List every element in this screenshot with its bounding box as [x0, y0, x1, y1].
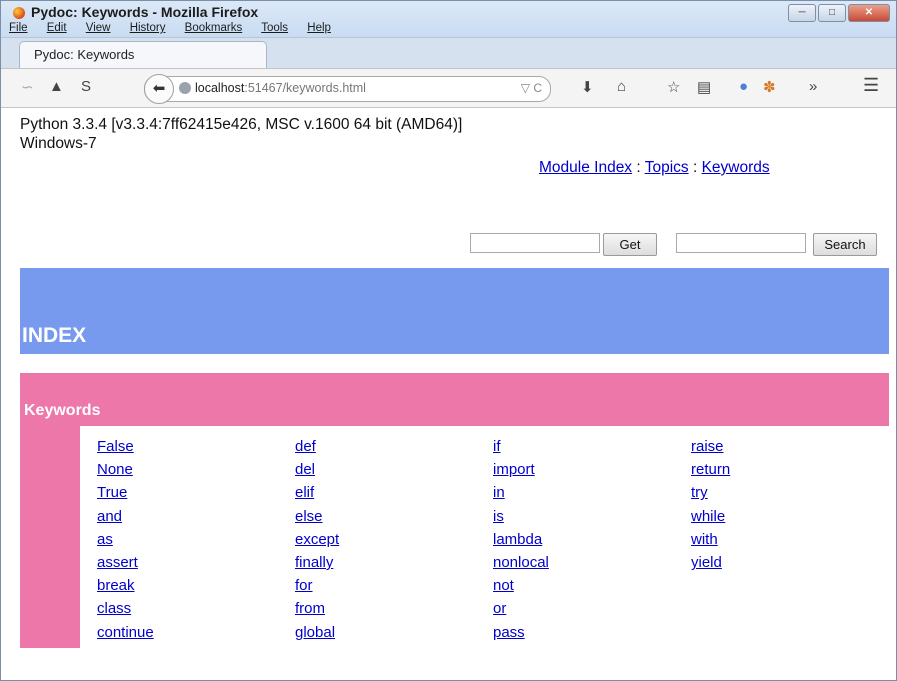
get-input[interactable] — [470, 233, 600, 253]
close-button[interactable]: ✕ — [848, 4, 890, 22]
keyword-column-2: def del elif else except finally for fro… — [295, 435, 339, 644]
keyword-link[interactable]: in — [493, 484, 505, 501]
keyword-link[interactable]: and — [97, 508, 122, 525]
firefox-icon — [13, 7, 25, 19]
ghostery-icon[interactable]: ● — [739, 78, 748, 95]
menu-history[interactable]: History — [130, 22, 174, 34]
search-input[interactable] — [676, 233, 806, 253]
home-icon[interactable]: ⌂ — [617, 78, 626, 95]
menu-tools[interactable]: Tools — [261, 22, 296, 34]
overflow-icon[interactable]: » — [809, 78, 817, 95]
keyword-link[interactable]: nonlocal — [493, 554, 549, 571]
keyword-link[interactable]: lambda — [493, 531, 542, 548]
keyword-link[interactable]: as — [97, 531, 113, 548]
keyword-link[interactable]: yield — [691, 554, 722, 571]
keyword-link[interactable]: def — [295, 438, 316, 455]
keyword-link[interactable]: with — [691, 531, 718, 548]
keyword-link[interactable]: del — [295, 461, 315, 478]
module-index-link[interactable]: Module Index — [539, 159, 632, 176]
browser-window: Pydoc: Keywords - Mozilla Firefox File E… — [0, 0, 897, 681]
keyword-column-3: if import in is lambda nonlocal not or p… — [493, 435, 549, 644]
menu-bar: File Edit View History Bookmarks Tools H… — [9, 22, 347, 34]
keywords-section-header: Keywords — [20, 373, 889, 426]
menu-edit[interactable]: Edit — [47, 22, 75, 34]
extension-icon[interactable]: ✽ — [763, 78, 776, 96]
url-bar[interactable]: ⬅ localhost:51467/keywords.html ▽ C — [144, 74, 551, 104]
keyword-link[interactable]: finally — [295, 554, 333, 571]
page-content: Python 3.3.4 [v3.3.4:7ff62415e426, MSC v… — [1, 107, 896, 680]
back-arrow-icon[interactable]: ⬅ — [144, 74, 174, 104]
keywords-heading: Keywords — [24, 402, 101, 419]
topics-link[interactable]: Topics — [645, 159, 689, 176]
keyword-link[interactable]: assert — [97, 554, 138, 571]
keyword-link[interactable]: False — [97, 438, 134, 455]
tab-pydoc-keywords[interactable]: Pydoc: Keywords — [19, 41, 267, 68]
search-button[interactable]: Search — [813, 233, 877, 256]
keyword-link[interactable]: pass — [493, 624, 525, 641]
keyword-link[interactable]: or — [493, 600, 506, 617]
keyword-link[interactable]: try — [691, 484, 708, 501]
keyword-link[interactable]: global — [295, 624, 335, 641]
bookmark-star-icon[interactable]: ☆ — [667, 78, 680, 96]
minimize-button[interactable]: ─ — [788, 4, 816, 22]
addon-s-icon[interactable]: S — [81, 78, 91, 95]
keyword-link[interactable]: import — [493, 461, 535, 478]
index-heading: INDEX — [22, 324, 87, 347]
hamburger-menu-icon[interactable]: ☰ — [863, 75, 879, 96]
keyword-link[interactable]: raise — [691, 438, 724, 455]
tab-strip: Pydoc: Keywords — [1, 37, 896, 68]
rss-icon[interactable]: ∽ — [21, 78, 34, 96]
navigation-toolbar: ∽ ▲ S ⬅ localhost:51467/keywords.html ▽ … — [1, 68, 896, 108]
keyword-link[interactable]: class — [97, 600, 131, 617]
keywords-section-margin — [20, 426, 80, 648]
window-title: Pydoc: Keywords - Mozilla Firefox — [31, 4, 259, 20]
keyword-column-1: False None True and as assert break clas… — [97, 435, 154, 644]
keywords-link[interactable]: Keywords — [702, 159, 770, 176]
menu-help[interactable]: Help — [307, 22, 339, 34]
url-dropdown-reload[interactable]: ▽ C — [521, 81, 542, 95]
bookmarks-menu-icon[interactable]: ▤ — [697, 78, 711, 96]
keyword-link[interactable]: return — [691, 461, 730, 478]
keyword-link[interactable]: not — [493, 577, 514, 594]
menu-file[interactable]: File — [9, 22, 36, 34]
keyword-link[interactable]: is — [493, 508, 504, 525]
menu-bookmarks[interactable]: Bookmarks — [185, 22, 251, 34]
top-links: Module Index : Topics : Keywords — [539, 159, 770, 176]
title-bar: Pydoc: Keywords - Mozilla Firefox File E… — [1, 1, 896, 37]
keyword-link[interactable]: True — [97, 484, 127, 501]
menu-view[interactable]: View — [86, 22, 119, 34]
index-banner: INDEX — [20, 268, 889, 354]
get-button[interactable]: Get — [603, 233, 657, 256]
keyword-link[interactable]: else — [295, 508, 323, 525]
keyword-link[interactable]: elif — [295, 484, 314, 501]
reading-list-icon[interactable]: ▲ — [49, 78, 64, 95]
keyword-column-4: raise return try while with yield — [691, 435, 730, 574]
keyword-link[interactable]: from — [295, 600, 325, 617]
download-icon[interactable]: ⬇ — [581, 78, 594, 96]
keyword-link[interactable]: if — [493, 438, 501, 455]
python-version: Python 3.3.4 [v3.3.4:7ff62415e426, MSC v… — [20, 116, 463, 152]
keyword-link[interactable]: None — [97, 461, 133, 478]
keyword-link[interactable]: while — [691, 508, 725, 525]
keyword-link[interactable]: break — [97, 577, 135, 594]
url-text[interactable]: localhost:51467/keywords.html — [195, 81, 366, 95]
maximize-button[interactable]: □ — [818, 4, 846, 22]
keyword-link[interactable]: for — [295, 577, 313, 594]
globe-icon — [179, 82, 191, 94]
keyword-link[interactable]: continue — [97, 624, 154, 641]
keyword-link[interactable]: except — [295, 531, 339, 548]
